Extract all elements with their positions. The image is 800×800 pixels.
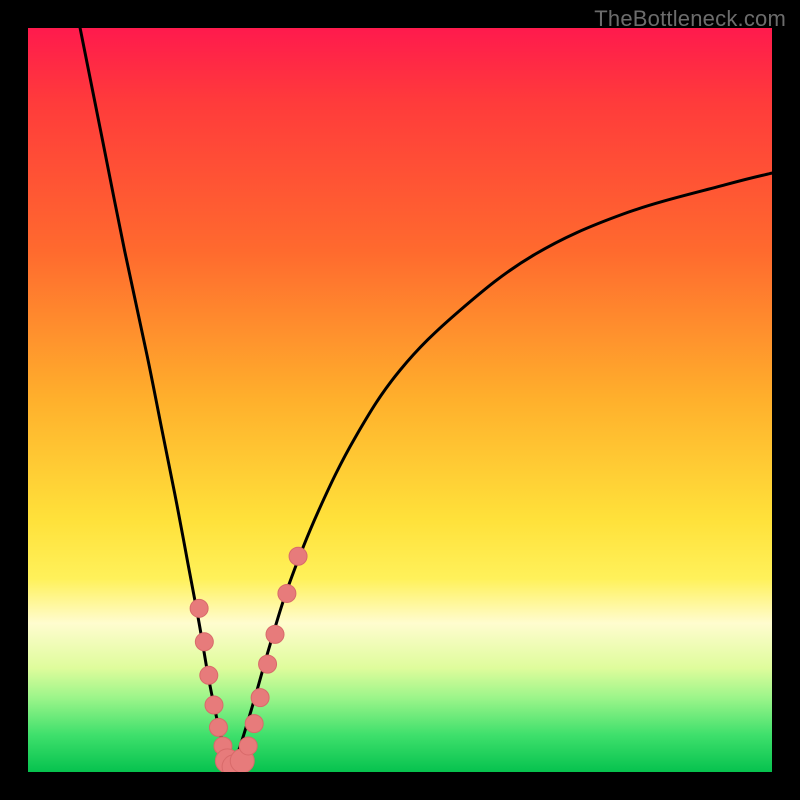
- data-marker: [239, 737, 257, 755]
- curve-left-branch: [80, 28, 230, 768]
- data-marker: [190, 599, 208, 617]
- data-marker: [259, 655, 277, 673]
- data-marker: [209, 718, 227, 736]
- data-marker: [205, 696, 223, 714]
- data-marker: [245, 715, 263, 733]
- curve-right-branch: [230, 173, 772, 768]
- data-marker: [200, 666, 218, 684]
- data-marker: [266, 625, 284, 643]
- bottleneck-curve-chart: [28, 28, 772, 772]
- data-marker: [251, 689, 269, 707]
- chart-plot-area: [28, 28, 772, 772]
- data-marker: [195, 633, 213, 651]
- watermark-text: TheBottleneck.com: [594, 6, 786, 32]
- data-marker: [278, 584, 296, 602]
- data-marker: [289, 547, 307, 565]
